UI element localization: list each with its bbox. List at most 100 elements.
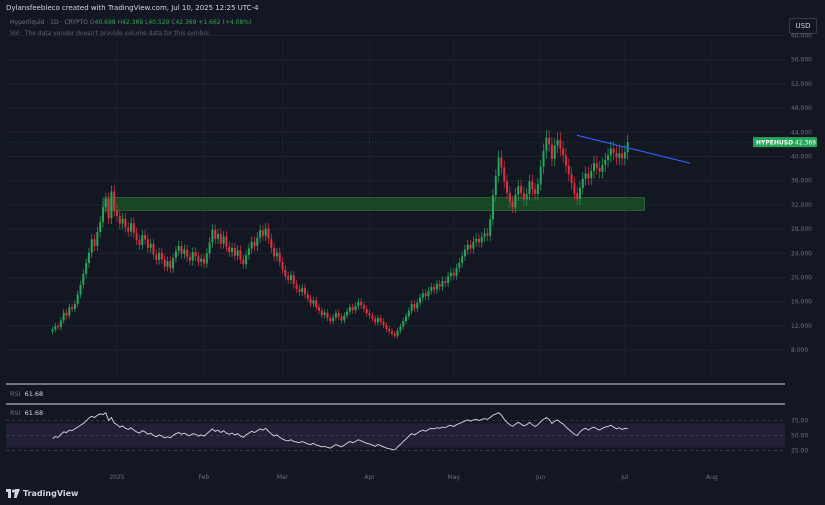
candle-body — [390, 331, 393, 334]
candle — [405, 312, 408, 325]
candle-body — [607, 155, 610, 161]
price-tag-symbol: HYPEHUSD — [756, 139, 793, 146]
candle — [556, 132, 559, 154]
candle-body — [82, 273, 85, 285]
candle — [461, 251, 464, 268]
candle — [87, 247, 90, 268]
candle-body — [149, 243, 152, 248]
candle — [130, 217, 133, 237]
candle — [309, 294, 312, 308]
candle-body — [245, 255, 248, 265]
candle — [163, 254, 166, 272]
candle-body — [506, 181, 509, 193]
candle — [96, 226, 99, 252]
support-zone-layer — [102, 197, 645, 211]
candle — [494, 169, 497, 202]
candle-body — [371, 315, 374, 319]
candle — [152, 238, 155, 260]
candle — [320, 307, 323, 319]
candle — [239, 245, 242, 265]
candle-body — [284, 269, 287, 277]
time-tick-label: Apr — [364, 474, 375, 481]
candle — [520, 179, 523, 200]
candle-body — [225, 236, 228, 247]
candle-body — [250, 241, 253, 249]
candle-body — [200, 258, 203, 262]
candle — [351, 303, 354, 314]
candle-body — [477, 238, 480, 243]
candle-body — [124, 218, 127, 228]
candle — [253, 236, 256, 252]
candle-body — [281, 261, 284, 270]
candle — [93, 234, 96, 252]
candle — [528, 174, 531, 201]
candle-body — [270, 238, 273, 248]
candle-body — [51, 329, 54, 332]
time-tick-label: Aug — [706, 474, 718, 481]
candle — [326, 309, 329, 322]
candle — [180, 241, 183, 259]
candle — [186, 244, 189, 262]
candle — [82, 269, 85, 289]
candle-body — [615, 152, 618, 158]
candle — [144, 229, 147, 245]
candle — [500, 150, 503, 175]
candle-body — [433, 287, 436, 290]
candle — [469, 239, 472, 254]
candle-body — [110, 191, 113, 219]
candle-body — [113, 191, 116, 211]
candle — [374, 315, 377, 326]
candle — [365, 305, 368, 317]
candle — [337, 309, 340, 321]
price-chart[interactable]: 8.000 12.000 16.000 20.000 24.000 28.000 32.00… — [0, 0, 825, 505]
candle — [607, 147, 610, 168]
candle-body — [340, 316, 343, 321]
candle-body — [609, 148, 612, 156]
candle — [601, 157, 604, 179]
candle — [615, 145, 618, 165]
candle-body — [416, 302, 419, 309]
support-zone[interactable] — [102, 197, 645, 211]
candle — [430, 283, 433, 295]
candle-body — [489, 219, 492, 236]
candle-body — [576, 193, 579, 199]
candle — [531, 174, 534, 196]
candle — [71, 303, 74, 313]
candle-body — [208, 242, 211, 254]
price-tag-value: 42.369 — [795, 139, 816, 146]
candle-body — [511, 201, 514, 208]
candle-body — [430, 287, 433, 291]
rsi-collapsed-label[interactable]: RSI 61.68 — [10, 390, 43, 398]
candle-body — [472, 241, 475, 249]
candle-body — [275, 252, 278, 257]
candle — [312, 296, 315, 308]
candle-body — [413, 304, 416, 309]
candle-body — [402, 321, 405, 327]
candle — [458, 258, 461, 273]
candle-body — [362, 305, 365, 309]
candle-body — [186, 249, 189, 257]
candle — [421, 289, 424, 302]
candle — [357, 298, 360, 310]
candle-body — [598, 167, 601, 172]
candle-body — [236, 250, 239, 256]
rsi-legend-label[interactable]: RSI 61.68 — [10, 409, 43, 417]
candle — [214, 224, 217, 244]
candle — [183, 244, 186, 259]
candle — [166, 256, 169, 272]
candle — [573, 176, 576, 200]
candle-body — [247, 248, 250, 256]
time-tick-label: Jun — [535, 474, 546, 481]
candle-body — [550, 144, 553, 159]
candle — [354, 302, 357, 314]
candle — [65, 309, 68, 319]
candle — [542, 143, 545, 174]
rsi-pane: 75.00 50.00 25.00 — [6, 412, 808, 455]
candle-body — [62, 312, 65, 321]
candle — [506, 174, 509, 200]
candle — [360, 298, 363, 309]
candle — [289, 270, 292, 285]
candle — [273, 242, 276, 262]
candle — [332, 314, 335, 325]
tradingview-logo[interactable]: TradingView — [6, 489, 78, 498]
